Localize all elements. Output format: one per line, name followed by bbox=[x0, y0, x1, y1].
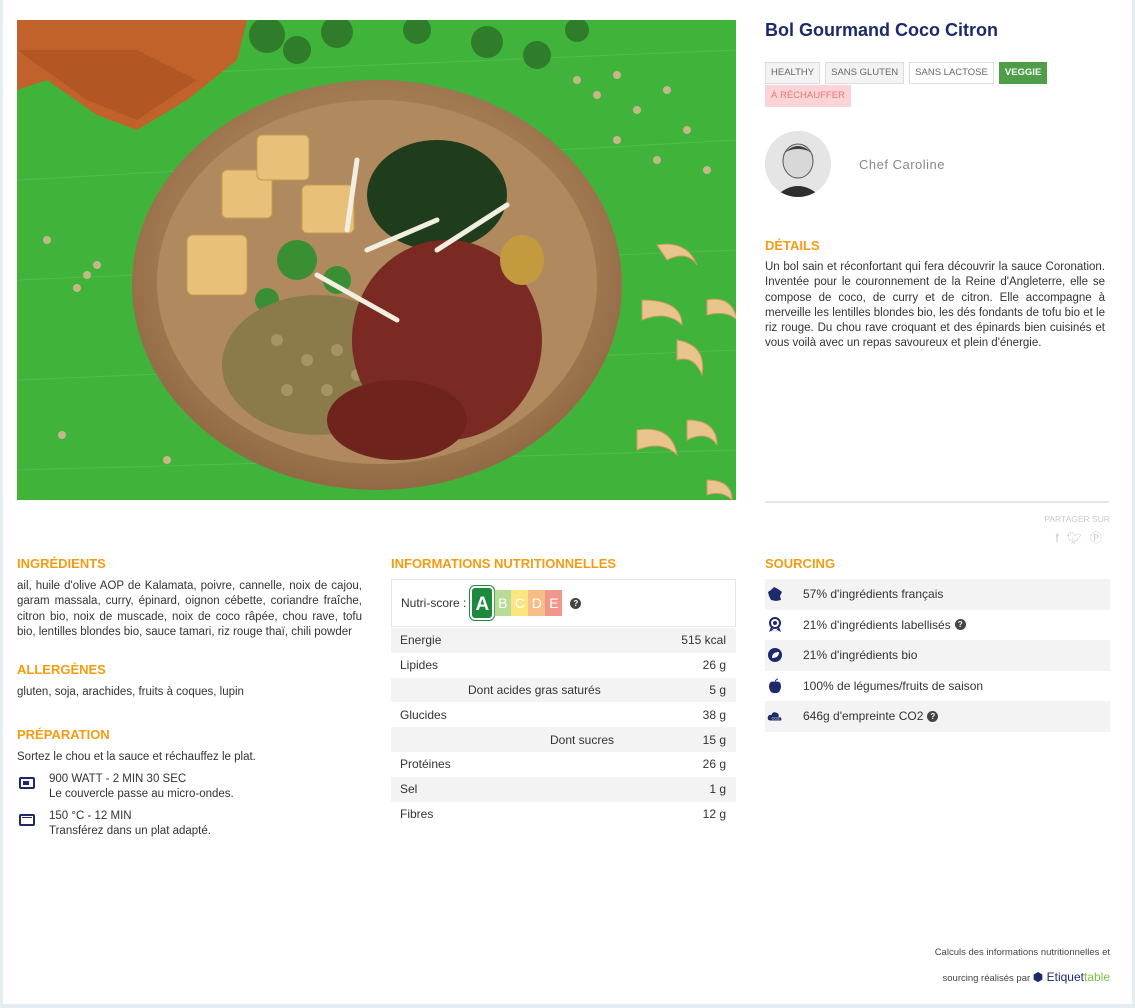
nutrition-row: Energie 515 kcal bbox=[391, 628, 736, 653]
sourcing-item: 100% de légumes/fruits de saison bbox=[765, 671, 1110, 702]
left-column: INGRÉDIENTS ail, huile d'olive AOP de Ka… bbox=[17, 556, 362, 840]
nutrient-name: Fibres bbox=[400, 806, 434, 821]
chef-name: Chef Caroline bbox=[859, 156, 945, 172]
france-map-icon bbox=[767, 586, 783, 602]
nutrition-row: Sel 1 g bbox=[391, 776, 736, 802]
sourcing-item: 21% d'ingrédients labellisés? bbox=[765, 610, 1110, 641]
nutrition-row: Glucides 38 g bbox=[391, 702, 736, 727]
nutrient-name: Lipides bbox=[400, 658, 439, 673]
details-heading: DÉTAILS bbox=[765, 238, 820, 253]
brand-part-b: table bbox=[1083, 970, 1110, 984]
sourcing-heading: SOURCING bbox=[765, 556, 836, 571]
co2-cloud-icon: CO2 bbox=[767, 708, 783, 724]
footer-line1: Calculs des informations nutritionnelles… bbox=[934, 947, 1110, 958]
nutrition-row: Dont acides gras saturés 5 g bbox=[391, 677, 736, 703]
help-icon[interactable]: ? bbox=[570, 597, 582, 609]
nutrient-value: 12 g bbox=[702, 806, 726, 821]
sourcing-text: 21% d'ingrédients bio bbox=[803, 648, 918, 663]
allergens-heading: ALLERGÈNES bbox=[17, 662, 106, 678]
share-block: PARTAGER SUR f🐦︎Ⓟ bbox=[1000, 514, 1110, 546]
organic-leaf-icon bbox=[767, 647, 783, 663]
footer-credit: Calculs des informations nutritionnelles… bbox=[850, 940, 1110, 991]
help-icon[interactable]: ? bbox=[954, 619, 966, 631]
footer-line2: sourcing réalisés par bbox=[942, 973, 1031, 984]
preparation-heading: PRÉPARATION bbox=[17, 727, 110, 743]
oven-icon bbox=[19, 813, 35, 826]
sourcing-text: 21% d'ingrédients labellisés bbox=[803, 617, 951, 632]
tag-gluten-free: SANS GLUTEN bbox=[825, 62, 905, 84]
nutrient-name: Dont acides gras saturés bbox=[468, 682, 601, 697]
tag-healthy: HEALTHY bbox=[765, 62, 821, 84]
nutrient-name: Dont sucres bbox=[550, 732, 615, 747]
help-icon[interactable]: ? bbox=[927, 710, 939, 722]
nutriscore-label: Nutri-score : bbox=[401, 596, 467, 610]
chef-block: Chef Caroline bbox=[765, 131, 945, 197]
nutriscore-scale: ABCDE bbox=[470, 586, 563, 620]
right-column: SOURCING 57% d'ingrédients français 21% d… bbox=[765, 556, 1110, 732]
recipe-title: Bol Gourmand Coco Citron bbox=[765, 20, 998, 40]
recipe-photo bbox=[17, 20, 736, 500]
details-text: Un bol sain et réconfortant qui fera déc… bbox=[765, 261, 1105, 350]
allergens-text: gluten, soja, arachides, fruits à coques… bbox=[17, 686, 244, 699]
tag-veggie: VEGGIE bbox=[998, 62, 1048, 84]
sourcing-text: 57% d'ingrédients français bbox=[803, 587, 944, 602]
chef-avatar bbox=[765, 131, 831, 197]
nutriscore-letter: A bbox=[470, 586, 495, 620]
divider bbox=[765, 501, 1109, 503]
nutrient-value: 515 kcal bbox=[681, 633, 726, 648]
share-label: PARTAGER SUR bbox=[1044, 514, 1110, 524]
tag-reheat: À RÉCHAUFFER bbox=[765, 85, 851, 107]
nutrition-table: Energie 515 kcal Lipides 26 g Dont acides gr… bbox=[391, 628, 736, 826]
twitter-icon[interactable]: 🐦︎ bbox=[1067, 531, 1090, 545]
nutriscore-letter: D bbox=[528, 590, 546, 616]
nutrient-value: 38 g bbox=[702, 707, 726, 722]
nutrition-row: Fibres 12 g bbox=[391, 802, 736, 827]
nutrient-name: Sel bbox=[400, 782, 418, 797]
sourcing-item: CO2 646g d'empreinte CO2? bbox=[765, 701, 1110, 732]
nutrient-value: 26 g bbox=[702, 757, 726, 772]
prep-step-desc: Transférez dans un plat adapté. bbox=[49, 825, 211, 838]
nutrient-name: Energie bbox=[400, 633, 442, 648]
sourcing-text: 100% de légumes/fruits de saison bbox=[803, 678, 984, 693]
tag-list: HEALTHY SANS GLUTEN SANS LACTOSE VEGGIE À RÉ… bbox=[765, 61, 1105, 107]
nutriscore-box: Nutri-score : ABCDE ? bbox=[391, 579, 736, 627]
tag-lactose-free: SANS LACTOSE bbox=[909, 62, 994, 84]
nutriscore-letter: E bbox=[545, 590, 563, 616]
nutrient-name: Protéines bbox=[400, 757, 451, 772]
prep-step-oven: 150 °C - 12 MIN Transférez dans un plat … bbox=[17, 809, 362, 840]
nutrient-value: 1 g bbox=[709, 782, 726, 797]
nutrition-row: Protéines 26 g bbox=[391, 752, 736, 777]
ingredients-text: ail, huile d'olive AOP de Kalamata, poiv… bbox=[17, 580, 362, 638]
prep-step-title: 900 WATT - 2 MIN 30 SEC bbox=[49, 772, 187, 785]
brand-part-a: Etiquet bbox=[1046, 970, 1084, 984]
details-section: DÉTAILS Un bol sain et réconfortant qui … bbox=[765, 238, 1105, 352]
facebook-icon[interactable]: f bbox=[1055, 531, 1066, 545]
prep-step-title: 150 °C - 12 MIN bbox=[49, 809, 132, 822]
nutriscore-letter: B bbox=[494, 590, 512, 616]
prep-step-microwave: 900 WATT - 2 MIN 30 SEC Le couvercle pas… bbox=[17, 772, 362, 803]
nutrition-heading: INFORMATIONS NUTRITIONNELLES bbox=[391, 556, 617, 571]
nutrient-name: Glucides bbox=[400, 707, 447, 722]
sourcing-item: 57% d'ingrédients français bbox=[765, 579, 1110, 610]
nutrition-row: Lipides 26 g bbox=[391, 653, 736, 678]
nutrition-row: Dont sucres 15 g bbox=[391, 727, 736, 752]
prep-step-desc: Le couvercle passe au micro-ondes. bbox=[49, 788, 234, 801]
sourcing-list: 57% d'ingrédients français 21% d'ingrédie… bbox=[765, 579, 1110, 732]
sourcing-text: 646g d'empreinte CO2 bbox=[803, 709, 924, 724]
svg-text:CO2: CO2 bbox=[771, 716, 780, 721]
nutriscore-letter: C bbox=[511, 590, 529, 616]
nutrient-value: 5 g bbox=[709, 682, 726, 697]
middle-column: INFORMATIONS NUTRITIONNELLES Nutri-score… bbox=[391, 556, 736, 826]
nutrient-value: 15 g bbox=[702, 732, 726, 747]
pinterest-icon[interactable]: Ⓟ bbox=[1090, 531, 1110, 545]
nutrient-value: 26 g bbox=[702, 658, 726, 673]
apple-icon bbox=[767, 678, 783, 694]
sourcing-item: 21% d'ingrédients bio bbox=[765, 640, 1110, 671]
preparation-intro: Sortez le chou et la sauce et réchauffez… bbox=[17, 751, 256, 764]
ingredients-heading: INGRÉDIENTS bbox=[17, 556, 106, 571]
etiquettable-logo[interactable]: ⬢ Etiquettable bbox=[1033, 970, 1110, 984]
microwave-icon bbox=[19, 776, 35, 789]
label-medal-icon bbox=[767, 616, 783, 633]
